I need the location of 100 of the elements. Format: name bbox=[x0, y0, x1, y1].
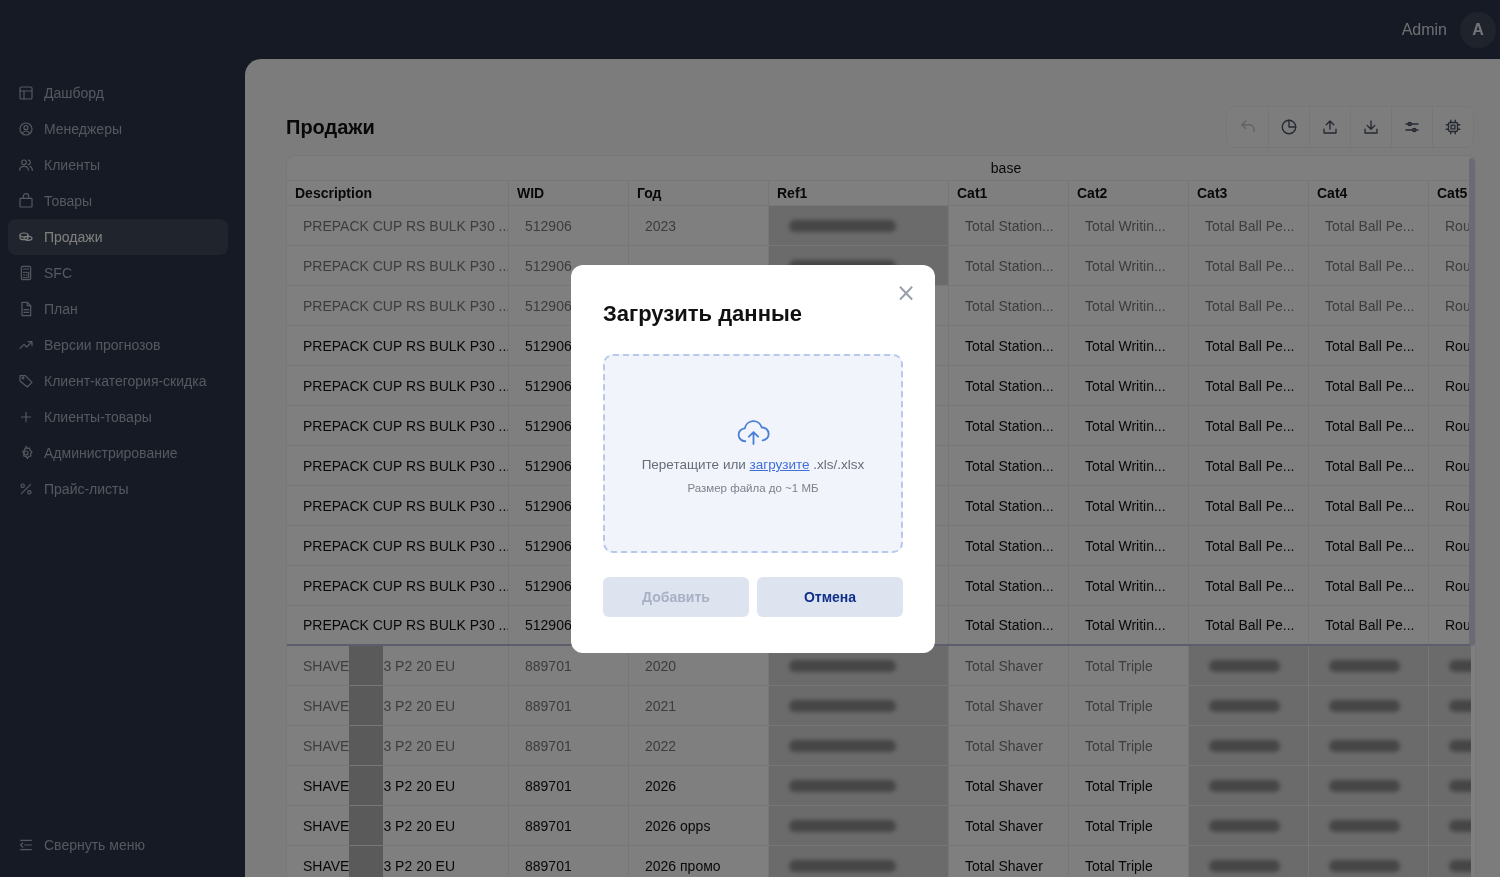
table-cell: Total Ball Pe... bbox=[1188, 406, 1308, 445]
sidebar-item[interactable]: SFC bbox=[8, 255, 228, 291]
table-cell: Total Ball Pe... bbox=[1308, 286, 1428, 325]
table-cell-text: PREPACK CUP RS BULK P30 ... bbox=[302, 576, 508, 596]
table-cell: Total Ball Pe... bbox=[1308, 246, 1428, 285]
sidebar-item[interactable]: Клиенты-товары bbox=[8, 399, 228, 435]
redacted-block bbox=[1209, 699, 1281, 712]
table-cell-text: PREPACK CUP RS BULK P30 ... bbox=[302, 256, 508, 276]
table-cell-text: PREPACK CUP RS BULK P30 ... bbox=[302, 416, 508, 436]
column-header[interactable]: Ref1 bbox=[768, 181, 948, 205]
column-header[interactable]: Год bbox=[628, 181, 768, 205]
table-cell: Total Ball Pe... bbox=[1188, 286, 1308, 325]
group-header: base bbox=[989, 159, 1023, 178]
sidebar-item[interactable]: План bbox=[8, 291, 228, 327]
column-header[interactable]: Description bbox=[287, 181, 508, 205]
table-cell: Total Station... bbox=[948, 406, 1068, 445]
sidebar-item[interactable]: Прайс-листы bbox=[8, 471, 228, 507]
table-cell: SHAVE bbox=[303, 657, 350, 674]
user-circle-icon bbox=[18, 121, 34, 137]
table-cell: Total Ball Pe... bbox=[1308, 526, 1428, 565]
redacted-block bbox=[349, 846, 384, 877]
table-cell: Total Station... bbox=[948, 606, 1068, 644]
redacted-block bbox=[349, 806, 384, 845]
table-cell: 889701 bbox=[508, 726, 628, 765]
table-cell-text: PREPACK CUP RS BULK P30 ... bbox=[302, 296, 508, 316]
table-cell: Total Ball Pe... bbox=[1308, 606, 1428, 644]
column-header[interactable]: Cat2 bbox=[1068, 181, 1188, 205]
table-cell: Total Writin... bbox=[1068, 566, 1188, 605]
redacted-block bbox=[349, 766, 384, 805]
redacted-block bbox=[349, 646, 384, 685]
download-icon bbox=[1362, 118, 1380, 136]
cloud-upload-icon bbox=[736, 419, 770, 447]
column-header[interactable]: Cat4 bbox=[1308, 181, 1428, 205]
table-cell: Total Shaver bbox=[948, 646, 1068, 685]
close-button[interactable]: × bbox=[895, 281, 916, 305]
calculator-icon bbox=[18, 265, 34, 281]
size-hint: Размер файла до ~1 МБ bbox=[687, 482, 819, 494]
page-title: Продажи bbox=[286, 115, 375, 139]
table-cell: SHAVE bbox=[303, 817, 350, 834]
redacted-block bbox=[1209, 819, 1281, 832]
table-cell: Total Writin... bbox=[1068, 286, 1188, 325]
table-cell: Total Writin... bbox=[1068, 406, 1188, 445]
table-cell: Total Station... bbox=[948, 246, 1068, 285]
table-cell: Total Ball Pe... bbox=[1308, 206, 1428, 245]
sidebar-item[interactable]: Менеджеры bbox=[8, 111, 228, 147]
table-cell: Total Writin... bbox=[1068, 486, 1188, 525]
table-cell: Total Ball Pe... bbox=[1188, 606, 1308, 644]
table-cell: Total Station... bbox=[948, 366, 1068, 405]
redacted-block bbox=[1209, 859, 1281, 872]
collapse-icon bbox=[18, 837, 34, 853]
sidebar-item[interactable]: Дашборд bbox=[8, 75, 228, 111]
scrollbar[interactable] bbox=[1469, 158, 1475, 646]
table-cell-text: PREPACK CUP RS BULK P30 ... bbox=[302, 616, 508, 635]
redacted-block bbox=[1329, 819, 1401, 832]
sidebar-item[interactable]: Версии прогнозов bbox=[8, 327, 228, 363]
table-cell: Total Station... bbox=[948, 566, 1068, 605]
table-cell: Total Writin... bbox=[1068, 606, 1188, 644]
table-cell: 3 P2 20 EU bbox=[383, 857, 456, 874]
table-cell: Total Writin... bbox=[1068, 366, 1188, 405]
tag-icon bbox=[18, 373, 34, 389]
table-cell: 3 P2 20 EU bbox=[383, 737, 456, 754]
avatar[interactable]: A bbox=[1460, 11, 1496, 48]
table-cell: Total Ball Pe... bbox=[1188, 246, 1308, 285]
table-cell: Total Ball Pe... bbox=[1188, 326, 1308, 365]
table-cell: 889701 bbox=[508, 766, 628, 805]
sidebar-item[interactable]: Клиенты bbox=[8, 147, 228, 183]
column-header[interactable]: Cat3 bbox=[1188, 181, 1308, 205]
column-header[interactable]: Cat1 bbox=[948, 181, 1068, 205]
table-cell: Total Shaver bbox=[948, 806, 1068, 845]
table-cell-text: PREPACK CUP RS BULK P30 ... bbox=[302, 456, 508, 476]
table-cell-text: PREPACK CUP RS BULK P30 ... bbox=[302, 336, 508, 356]
table-cell: Total Writin... bbox=[1068, 526, 1188, 565]
sidebar-item[interactable]: Клиент-категория-скидка bbox=[8, 363, 228, 399]
table-cell: SHAVE bbox=[303, 777, 350, 794]
table-cell: Total Ball Pe... bbox=[1188, 206, 1308, 245]
table-cell: Total Ball Pe... bbox=[1308, 446, 1428, 485]
table-cell: Total Writin... bbox=[1068, 326, 1188, 365]
drop-zone[interactable]: Перетащите или загрузите .xls/.xlsx Размер файла до ~1 МБ bbox=[603, 354, 903, 553]
table-cell: Total Shaver bbox=[948, 726, 1068, 765]
cancel-button[interactable]: Отмена bbox=[757, 577, 903, 617]
redacted-block bbox=[1329, 659, 1401, 672]
redacted-block bbox=[1209, 779, 1281, 792]
table-cell: 889701 bbox=[508, 806, 628, 845]
sidebar-item[interactable]: Товары bbox=[8, 183, 228, 219]
table-cell: 889701 bbox=[508, 846, 628, 877]
redacted-block bbox=[1329, 699, 1401, 712]
table-cell: Total Ball Pe... bbox=[1188, 526, 1308, 565]
table-cell: Total Station... bbox=[948, 206, 1068, 245]
collapse-menu-link[interactable]: Свернуть меню bbox=[8, 827, 228, 863]
table-cell: 889701 bbox=[508, 686, 628, 725]
table-cell: Total Station... bbox=[948, 286, 1068, 325]
sidebar-item[interactable]: Администрирование bbox=[8, 435, 228, 471]
pie-chart-icon bbox=[1280, 118, 1298, 136]
upload-link[interactable]: загрузите bbox=[749, 457, 810, 472]
table-cell: 3 P2 20 EU bbox=[383, 697, 456, 714]
column-header[interactable]: WID bbox=[508, 181, 628, 205]
sidebar-item[interactable]: Продажи bbox=[8, 219, 228, 255]
table-cell: Total Shaver bbox=[948, 846, 1068, 877]
table-cell-text: PREPACK CUP RS BULK P30 ... bbox=[302, 536, 508, 556]
table-cell-text: PREPACK CUP RS BULK P30 ... bbox=[302, 496, 508, 516]
